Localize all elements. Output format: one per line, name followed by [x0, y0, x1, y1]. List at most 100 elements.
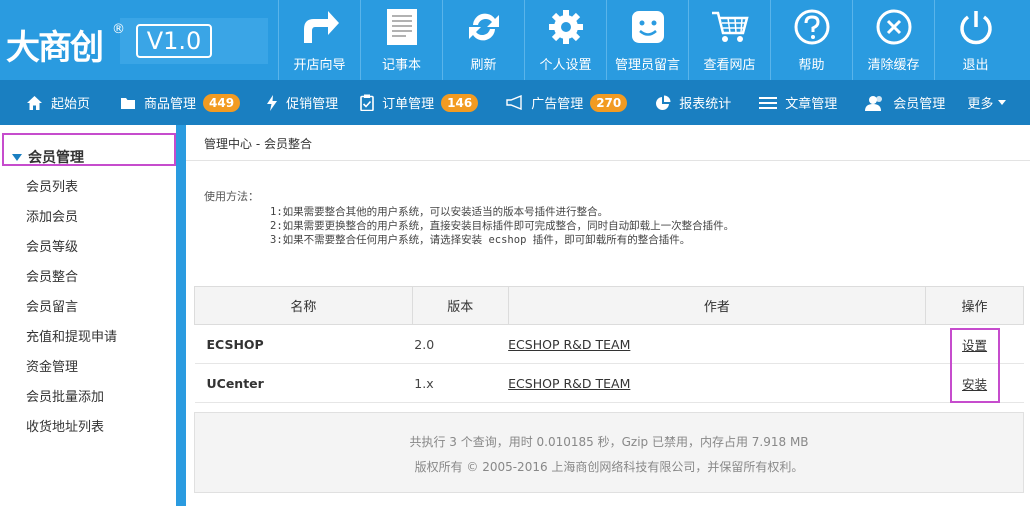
subnav-label: 会员管理 — [893, 97, 946, 112]
help-icon — [771, 0, 852, 54]
nav-label: 个人设置 — [539, 58, 592, 73]
footer-copyright: 版权所有 © 2005-2016 上海商创网络科技有限公司，并保留所有权利。 — [414, 460, 804, 474]
breadcrumb-root[interactable]: 管理中心 — [204, 137, 252, 151]
nav-label: 刷新 — [470, 58, 497, 73]
home-icon — [26, 95, 43, 111]
subnav-label: 报表统计 — [679, 97, 732, 112]
sidebar-item-member-integration[interactable]: 会员整合 — [26, 266, 78, 285]
smiley-message-icon — [607, 0, 688, 54]
footer: 共执行 3 个查询，用时 0.010185 秒，Gzip 已禁用，内存占用 7.… — [194, 412, 1024, 493]
top-bar: 大商创 ® V1.0 开店向导 记事本 刷新 个人设置 管理员留言 查看网店 帮… — [0, 0, 1030, 80]
sidebar: 会员管理 会员列表 添加会员 会员等级 会员整合 会员留言 充值和提现申请 资金… — [0, 125, 176, 506]
sidebar-item-add-member[interactable]: 添加会员 — [26, 206, 78, 225]
subnav-articles[interactable]: 文章管理 — [739, 80, 845, 125]
subnav-label: 商品管理 — [144, 97, 197, 112]
gear-icon — [525, 0, 606, 54]
usage-line: 3:如果不需要整合任何用户系统，请选择安装 ecshop 插件，即可卸载所有的整… — [270, 234, 691, 246]
cell-version: 2.0 — [412, 324, 509, 364]
action-column-highlight — [950, 328, 1000, 403]
col-header-action: 操作 — [925, 286, 1024, 325]
refresh-icon — [443, 0, 524, 54]
nav-refresh-button[interactable]: 刷新 — [442, 0, 524, 80]
sidebar-item-funds[interactable]: 资金管理 — [26, 356, 78, 375]
orders-count-badge: 146 — [441, 93, 479, 112]
subnav-label: 更多 — [967, 97, 994, 112]
sidebar-item-recharge-withdraw[interactable]: 充值和提现申请 — [26, 326, 117, 345]
footer-stats: 共执行 3 个查询，用时 0.010185 秒，Gzip 已禁用，内存占用 7.… — [409, 435, 809, 449]
subnav-more[interactable]: 更多 — [953, 80, 1014, 125]
power-icon — [935, 0, 1016, 54]
sidebar-item-member-list[interactable]: 会员列表 — [26, 176, 78, 195]
nav-label: 帮助 — [798, 58, 825, 73]
sidebar-item-member-messages[interactable]: 会员留言 — [26, 296, 78, 315]
breadcrumb-separator: - — [252, 137, 264, 151]
cell-author-link[interactable]: ECSHOP R&D TEAM — [508, 324, 926, 364]
subnav-label: 订单管理 — [382, 97, 435, 112]
nav-label: 清除缓存 — [867, 58, 920, 73]
nav-help-button[interactable]: 帮助 — [770, 0, 852, 80]
sidebar-item-member-level[interactable]: 会员等级 — [26, 236, 78, 255]
nav-label: 管理员留言 — [614, 58, 680, 73]
megaphone-icon — [506, 95, 523, 110]
shopping-cart-icon — [689, 0, 770, 54]
table-row: UCenter 1.x ECSHOP R&D TEAM 安装 — [194, 363, 1024, 403]
usage-line: 1:如果需要整合其他的用户系统，可以安装适当的版本号插件进行整合。 — [270, 206, 609, 218]
subnav-products[interactable]: 商品管理 449 — [98, 80, 248, 125]
breadcrumb: 管理中心 - 会员整合 — [186, 125, 1030, 161]
col-header-name: 名称 — [194, 286, 413, 325]
subnav-promotions[interactable]: 促销管理 — [248, 80, 346, 125]
clipboard-icon — [360, 94, 374, 111]
cell-name: ECSHOP — [194, 324, 413, 364]
top-nav: 开店向导 记事本 刷新 个人设置 管理员留言 查看网店 帮助 清除缓存 退出 — [278, 0, 1016, 80]
subnav-label: 广告管理 — [531, 97, 584, 112]
nav-view-store-button[interactable]: 查看网店 — [688, 0, 770, 80]
subnav-home[interactable]: 起始页 — [0, 80, 98, 125]
sidebar-active-highlight — [2, 133, 176, 166]
col-header-author: 作者 — [507, 286, 927, 325]
logo-brand: 大商创 — [6, 28, 104, 68]
caret-down-icon — [998, 100, 1007, 105]
breadcrumb-current: 会员整合 — [263, 137, 312, 151]
logo[interactable]: 大商创 ® V1.0 — [0, 0, 278, 80]
ads-count-badge: 270 — [590, 93, 628, 112]
integration-table: 名称 版本 作者 操作 ECSHOP 2.0 ECSHOP R&D TEAM 设… — [194, 286, 1024, 403]
secondary-nav: 起始页 商品管理 449 促销管理 订单管理 146 广告管理 270 报表统计… — [0, 80, 1030, 125]
nav-clear-cache-button[interactable]: 清除缓存 — [852, 0, 934, 80]
usage-line: 2:如果需要更换整合的用户系统，直接安装目标插件即可完成整合，同时自动卸载上一次… — [270, 220, 735, 232]
subnav-label: 起始页 — [51, 97, 91, 112]
subnav-label: 文章管理 — [785, 97, 838, 112]
nav-personal-settings-button[interactable]: 个人设置 — [524, 0, 606, 80]
subnav-reports[interactable]: 报表统计 — [635, 80, 739, 125]
nav-notepad-button[interactable]: 记事本 — [360, 0, 442, 80]
cell-name: UCenter — [194, 363, 413, 403]
subnav-orders[interactable]: 订单管理 146 — [346, 80, 486, 125]
table-row: ECSHOP 2.0 ECSHOP R&D TEAM 设置 — [194, 324, 1024, 364]
usage-label: 使用方法： — [204, 190, 259, 203]
cell-author-link[interactable]: ECSHOP R&D TEAM — [508, 363, 926, 403]
redo-arrow-icon — [279, 0, 360, 54]
nav-label: 记事本 — [381, 58, 421, 73]
nav-open-store-guide-button[interactable]: 开店向导 — [278, 0, 360, 80]
clear-cache-icon — [853, 0, 934, 54]
cell-version: 1.x — [412, 363, 509, 403]
subnav-members[interactable]: 会员管理 — [845, 80, 953, 125]
users-icon — [865, 95, 885, 111]
logo-registered-mark: ® — [112, 22, 125, 37]
sidebar-divider — [176, 125, 186, 506]
folder-icon — [120, 96, 136, 110]
subnav-ads[interactable]: 广告管理 270 — [486, 80, 635, 125]
nav-admin-message-button[interactable]: 管理员留言 — [606, 0, 688, 80]
products-count-badge: 449 — [203, 93, 241, 112]
logo-version: V1.0 — [136, 24, 212, 58]
nav-label: 查看网店 — [703, 58, 756, 73]
subnav-label: 促销管理 — [286, 97, 339, 112]
notepad-icon — [361, 0, 442, 54]
sidebar-item-batch-add[interactable]: 会员批量添加 — [26, 386, 104, 405]
list-lines-icon — [759, 96, 778, 109]
pie-chart-icon — [655, 95, 671, 111]
col-header-version: 版本 — [411, 286, 509, 325]
nav-logout-button[interactable]: 退出 — [934, 0, 1016, 80]
sidebar-item-address-list[interactable]: 收货地址列表 — [26, 416, 104, 435]
nav-label: 开店向导 — [293, 58, 346, 73]
nav-label: 退出 — [962, 58, 989, 73]
